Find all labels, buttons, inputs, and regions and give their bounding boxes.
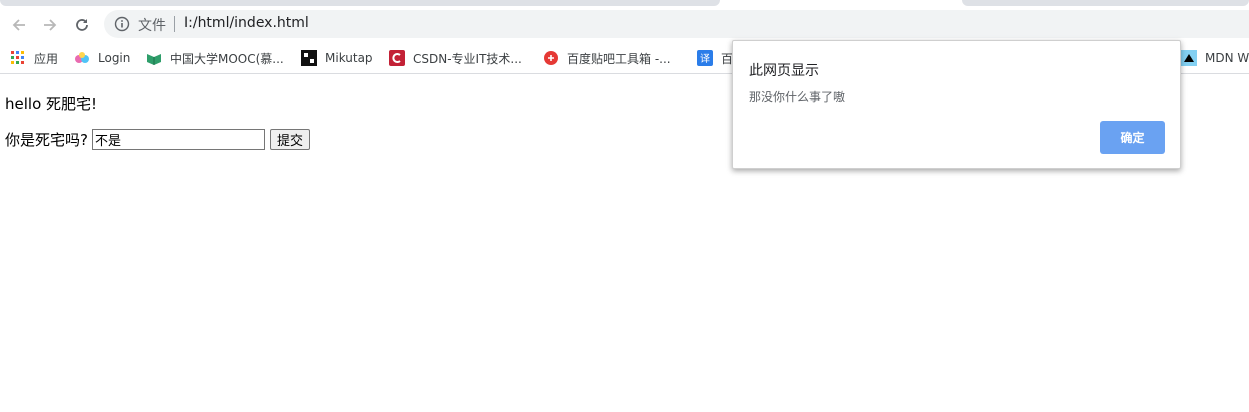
arrow-left-icon xyxy=(12,19,25,31)
reload-icon xyxy=(76,19,88,31)
forward-button[interactable] xyxy=(37,12,63,38)
bookmark-label: Mikutap xyxy=(325,51,373,65)
csdn-icon xyxy=(389,50,405,66)
bookmark-apps[interactable]: 应用 xyxy=(10,48,58,68)
bookmark-csdn[interactable]: CSDN-专业IT技术... xyxy=(389,48,522,68)
bookmark-label: CSDN-专业IT技术... xyxy=(413,51,522,66)
browser-toolbar: 文件 I:/html/index.html xyxy=(0,8,1249,42)
address-bar[interactable]: 文件 I:/html/index.html xyxy=(104,10,1249,38)
question-form: 你是死宅吗? 提交 xyxy=(5,129,310,150)
svg-text:译: 译 xyxy=(700,53,710,65)
bookmark-translate[interactable]: 译 百 xyxy=(697,48,733,68)
mikutap-icon xyxy=(301,50,317,66)
submit-button[interactable]: 提交 xyxy=(269,129,310,150)
address-divider xyxy=(174,16,175,32)
tab-background[interactable] xyxy=(0,0,720,6)
bookmark-label: MDN W xyxy=(1205,51,1249,65)
baidu-tieba-icon xyxy=(543,50,559,66)
back-button[interactable] xyxy=(6,12,32,38)
bookmark-label: 应用 xyxy=(34,51,59,66)
translate-icon: 译 xyxy=(697,50,713,66)
question-label: 你是死宅吗? xyxy=(5,131,88,149)
mdn-icon xyxy=(1181,50,1197,66)
apps-grid-icon xyxy=(10,50,26,66)
arrow-right-icon xyxy=(44,19,57,31)
bookmark-label: 中国大学MOOC(慕... xyxy=(170,51,284,66)
bookmark-baidu-tieba[interactable]: 百度贴吧工具箱 -... xyxy=(543,48,671,68)
ok-button[interactable]: 确定 xyxy=(1100,121,1165,154)
url-text[interactable]: I:/html/index.html xyxy=(184,15,309,31)
bookmark-label: 百度贴吧工具箱 -... xyxy=(567,51,671,66)
bookmark-mdn[interactable]: MDN W xyxy=(1181,48,1249,68)
bookmark-mikutap[interactable]: Mikutap xyxy=(301,48,373,68)
alert-dialog: 此网页显示 那没你什么事了嗷 确定 xyxy=(732,40,1181,169)
tab-strip xyxy=(0,0,1249,8)
scheme-label: 文件 xyxy=(138,18,166,34)
greeting-text: hello 死肥宅! xyxy=(5,95,98,113)
bookmark-mooc[interactable]: 中国大学MOOC(慕... xyxy=(146,48,284,68)
reload-button[interactable] xyxy=(69,12,95,38)
tab-background-right[interactable] xyxy=(962,0,1249,6)
bookmark-label: Login xyxy=(98,51,131,65)
mooc-icon xyxy=(146,50,162,66)
dialog-message: 那没你什么事了嗷 xyxy=(749,90,846,104)
dialog-title: 此网页显示 xyxy=(749,63,819,79)
answer-input[interactable] xyxy=(91,129,265,150)
bookmark-login[interactable]: Login xyxy=(74,48,130,68)
info-icon[interactable] xyxy=(114,16,130,36)
login-icon xyxy=(74,50,90,66)
